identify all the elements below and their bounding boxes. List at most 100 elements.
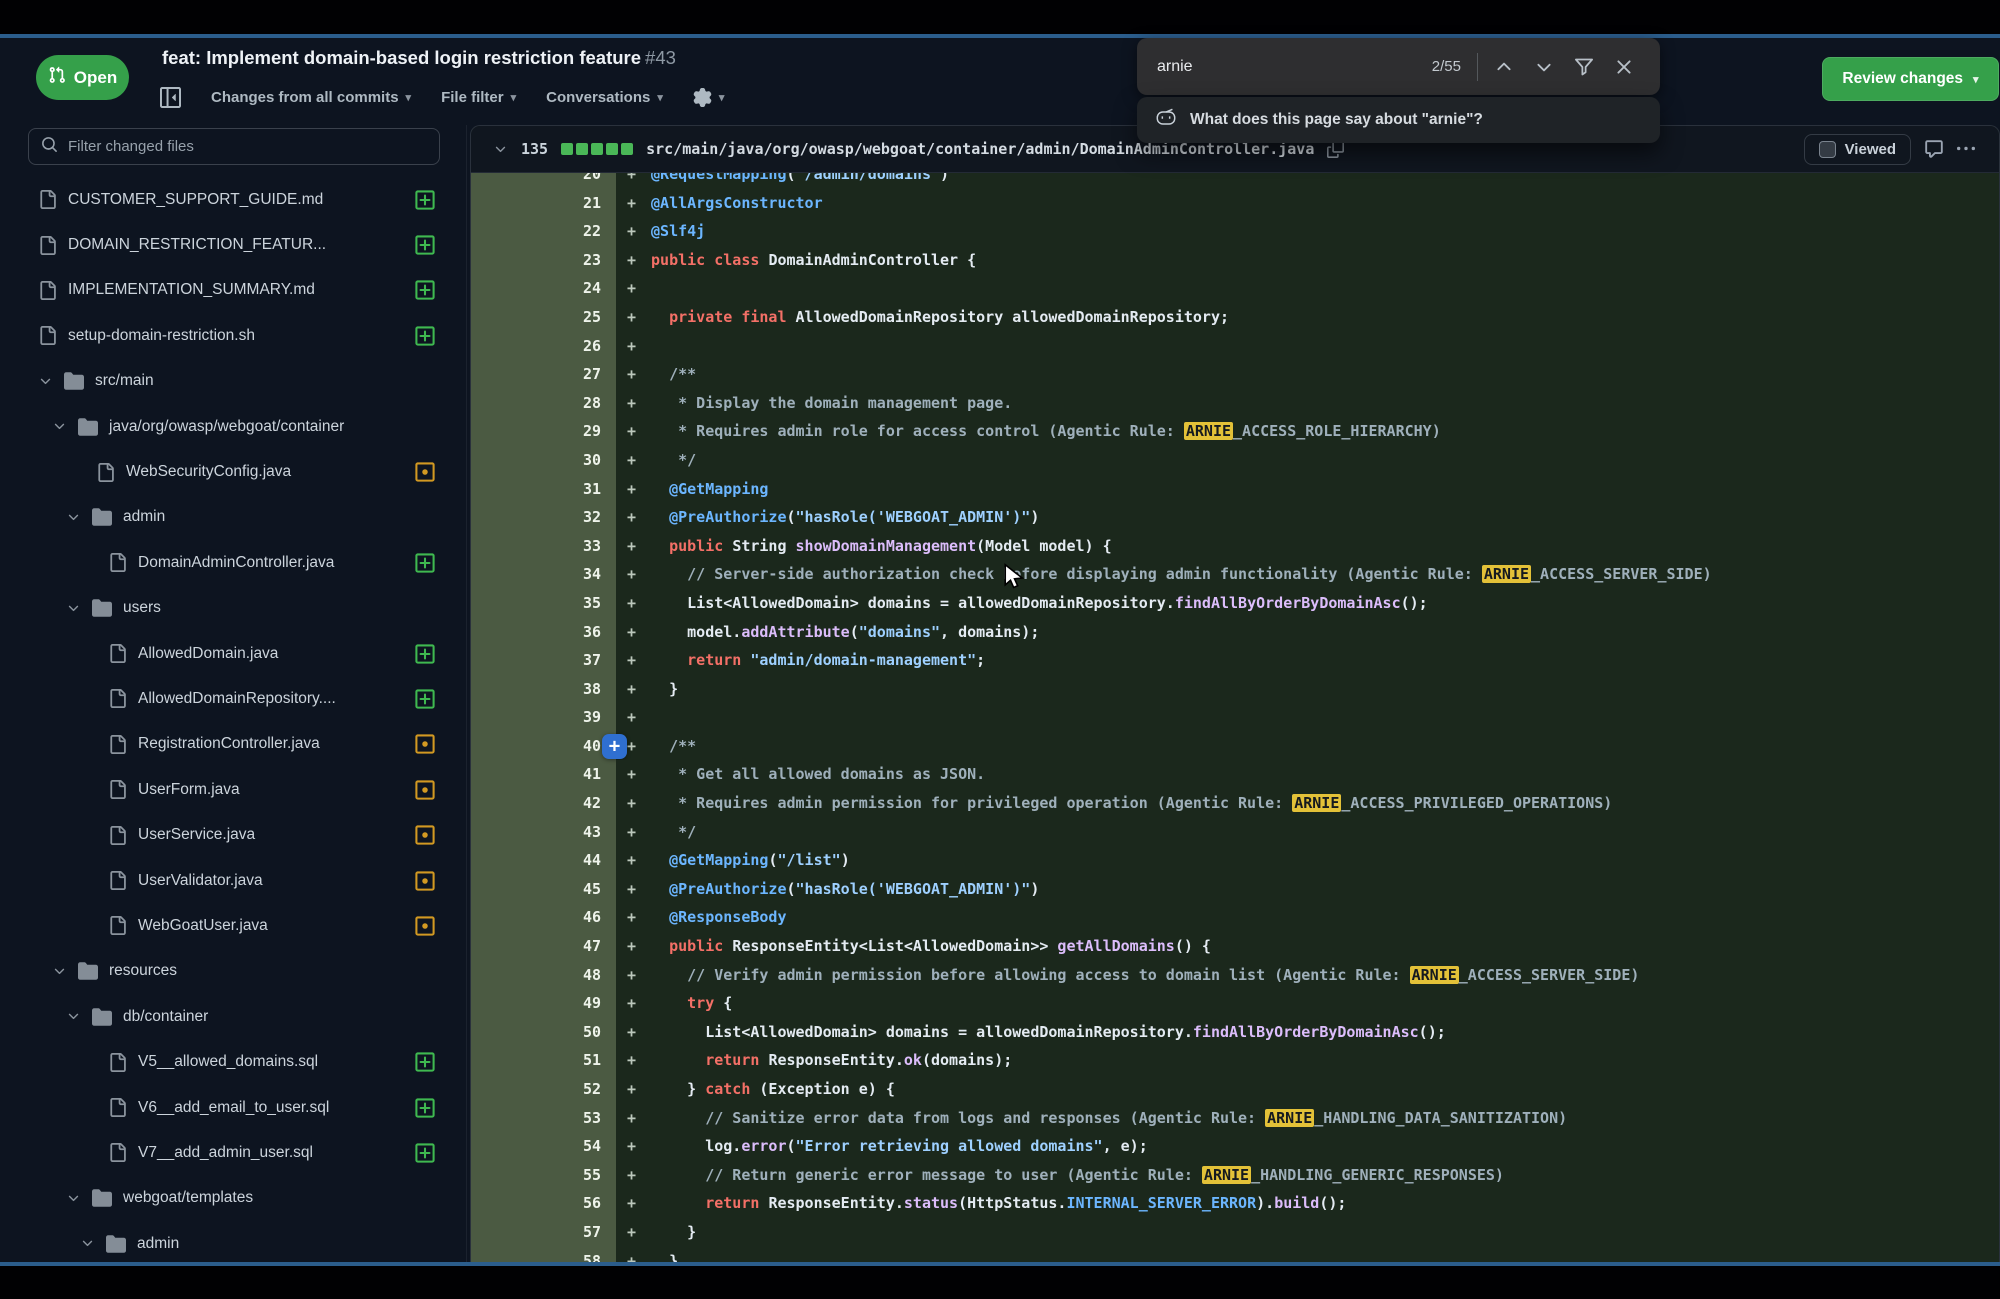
old-line-gutter[interactable] — [471, 332, 559, 361]
file-tree-item[interactable]: UserValidator.java — [0, 858, 466, 903]
tab-file-filter[interactable]: File filter▾ — [441, 89, 516, 106]
line-number[interactable]: 47 — [559, 932, 616, 961]
file-tree-item[interactable]: V6__add_email_to_user.sql — [0, 1085, 466, 1130]
line-number[interactable]: 55 — [559, 1161, 616, 1190]
old-line-gutter[interactable] — [471, 1132, 559, 1161]
old-line-gutter[interactable] — [471, 303, 559, 332]
old-line-gutter[interactable] — [471, 903, 559, 932]
line-number[interactable]: 33 — [559, 532, 616, 561]
line-number[interactable]: 27 — [559, 360, 616, 389]
line-number[interactable]: 31 — [559, 475, 616, 504]
chevron-down-icon[interactable] — [66, 1191, 81, 1206]
collapse-file-icon[interactable] — [493, 142, 508, 157]
old-line-gutter[interactable] — [471, 503, 559, 532]
line-number[interactable]: 56 — [559, 1189, 616, 1218]
line-number[interactable]: 45 — [559, 875, 616, 904]
file-tree-folder[interactable]: db/container — [0, 994, 466, 1039]
filter-changed-files-input[interactable] — [68, 138, 427, 155]
line-number[interactable]: 58 — [559, 1247, 616, 1262]
old-line-gutter[interactable] — [471, 1018, 559, 1047]
old-line-gutter[interactable] — [471, 217, 559, 246]
old-line-gutter[interactable] — [471, 189, 559, 218]
line-number[interactable]: 22 — [559, 217, 616, 246]
more-options-icon[interactable] — [1957, 140, 1975, 158]
close-icon[interactable] — [1604, 49, 1644, 85]
line-number[interactable]: 54 — [559, 1132, 616, 1161]
old-line-gutter[interactable] — [471, 1075, 559, 1104]
old-line-gutter[interactable] — [471, 1218, 559, 1247]
chevron-down-icon[interactable] — [52, 419, 67, 434]
comment-icon[interactable] — [1924, 139, 1944, 159]
file-tree-item[interactable]: WebSecurityConfig.java — [0, 449, 466, 494]
old-line-gutter[interactable] — [471, 274, 559, 303]
file-tree-item[interactable]: V7__add_admin_user.sql — [0, 1130, 466, 1175]
old-line-gutter[interactable] — [471, 760, 559, 789]
tab-conversations[interactable]: Conversations▾ — [546, 89, 663, 106]
file-tree-item[interactable]: UserService.java — [0, 812, 466, 857]
line-number[interactable]: 30 — [559, 446, 616, 475]
old-line-gutter[interactable] — [471, 818, 559, 847]
chevron-down-icon[interactable] — [38, 374, 53, 389]
chevron-down-icon[interactable] — [80, 1236, 95, 1251]
chevron-down-icon[interactable] — [1524, 49, 1564, 85]
chevron-down-icon[interactable] — [66, 510, 81, 525]
file-tree-item[interactable]: RegistrationController.java — [0, 722, 466, 767]
filter-funnel-icon[interactable] — [1564, 49, 1604, 85]
file-tree-item[interactable]: WebGoatUser.java — [0, 903, 466, 948]
line-number[interactable]: 20 — [559, 173, 616, 189]
line-number[interactable]: 25 — [559, 303, 616, 332]
find-input[interactable] — [1157, 58, 1432, 76]
old-line-gutter[interactable] — [471, 1046, 559, 1075]
line-number[interactable]: 35 — [559, 589, 616, 618]
line-number[interactable]: 50 — [559, 1018, 616, 1047]
line-number[interactable]: 37 — [559, 646, 616, 675]
line-number[interactable]: 48 — [559, 961, 616, 990]
chevron-up-icon[interactable] — [1484, 49, 1524, 85]
old-line-gutter[interactable] — [471, 1161, 559, 1190]
old-line-gutter[interactable] — [471, 173, 559, 189]
file-tree-folder[interactable]: admin — [0, 1221, 466, 1262]
old-line-gutter[interactable] — [471, 961, 559, 990]
line-number[interactable]: 26 — [559, 332, 616, 361]
line-number[interactable]: 38 — [559, 675, 616, 704]
file-tree-folder[interactable]: resources — [0, 949, 466, 994]
line-number[interactable]: 52 — [559, 1075, 616, 1104]
file-tree-folder[interactable]: java/org/owasp/webgoat/container — [0, 404, 466, 449]
line-number[interactable]: 36 — [559, 618, 616, 647]
file-tree-folder[interactable]: src/main — [0, 359, 466, 404]
viewed-checkbox[interactable] — [1819, 141, 1836, 158]
old-line-gutter[interactable] — [471, 732, 559, 761]
file-tree-item[interactable]: AllowedDomainRepository.... — [0, 676, 466, 721]
tab-changes-from-all-commits[interactable]: Changes from all commits▾ — [211, 89, 411, 106]
old-line-gutter[interactable] — [471, 532, 559, 561]
line-number[interactable]: 57 — [559, 1218, 616, 1247]
line-number[interactable]: 29 — [559, 417, 616, 446]
line-number[interactable]: 43 — [559, 818, 616, 847]
line-number[interactable]: 49 — [559, 989, 616, 1018]
file-tree-folder[interactable]: users — [0, 586, 466, 631]
old-line-gutter[interactable] — [471, 389, 559, 418]
line-number[interactable]: 28 — [559, 389, 616, 418]
settings-gear-icon[interactable]: ▾ — [693, 88, 725, 107]
file-tree-item[interactable]: DomainAdminController.java — [0, 540, 466, 585]
line-number[interactable]: 39 — [559, 703, 616, 732]
old-line-gutter[interactable] — [471, 846, 559, 875]
file-tree-item[interactable]: setup-domain-restriction.sh — [0, 313, 466, 358]
old-line-gutter[interactable] — [471, 789, 559, 818]
file-tree-item[interactable]: AllowedDomain.java — [0, 631, 466, 676]
line-number[interactable]: 32 — [559, 503, 616, 532]
old-line-gutter[interactable] — [471, 446, 559, 475]
line-number[interactable]: 41 — [559, 760, 616, 789]
line-number[interactable]: 34 — [559, 560, 616, 589]
line-number[interactable]: 53 — [559, 1104, 616, 1133]
old-line-gutter[interactable] — [471, 1189, 559, 1218]
line-number[interactable]: 42 — [559, 789, 616, 818]
old-line-gutter[interactable] — [471, 618, 559, 647]
old-line-gutter[interactable] — [471, 646, 559, 675]
chevron-down-icon[interactable] — [66, 1009, 81, 1024]
chevron-down-icon[interactable] — [66, 601, 81, 616]
old-line-gutter[interactable] — [471, 932, 559, 961]
old-line-gutter[interactable] — [471, 246, 559, 275]
copy-path-icon[interactable] — [1327, 141, 1344, 158]
file-tree-folder[interactable]: webgoat/templates — [0, 1176, 466, 1221]
